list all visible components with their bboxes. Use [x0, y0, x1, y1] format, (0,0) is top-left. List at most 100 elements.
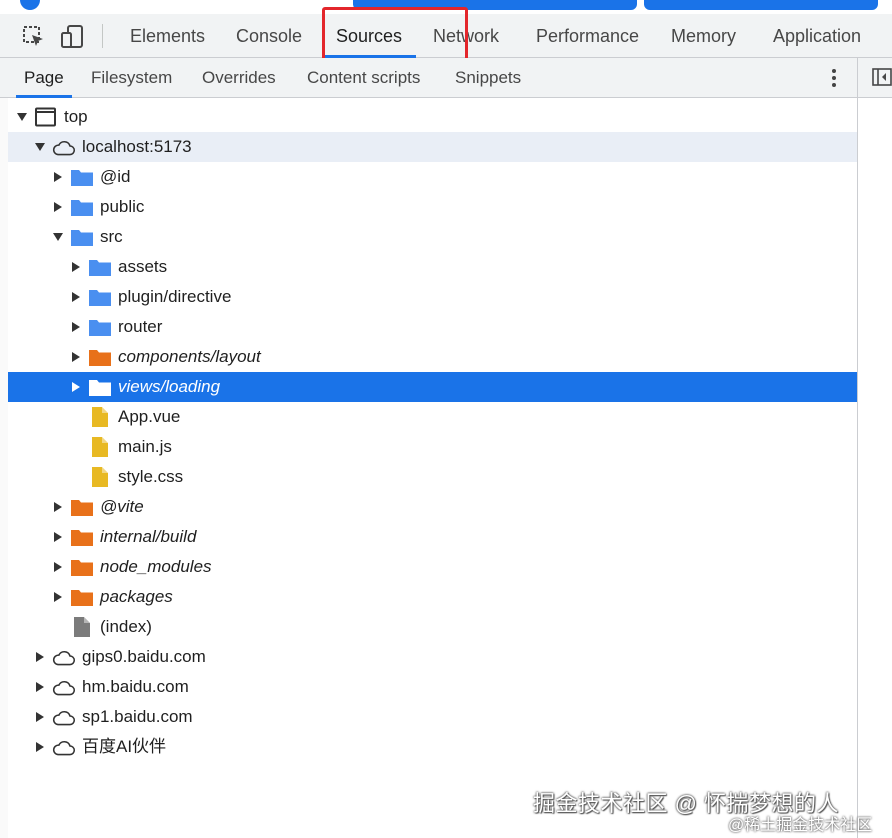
tab-label: Memory: [671, 26, 737, 46]
tree-item-label: plugin/directive: [118, 287, 232, 306]
tab-console[interactable]: Console: [236, 14, 302, 57]
tree-item-label: router: [118, 317, 163, 336]
tree-item-label: node_modules: [100, 557, 212, 576]
tab-label: Console: [236, 26, 303, 46]
tree-item-label: (index): [100, 617, 152, 636]
tree-item-label: localhost:5173: [82, 137, 192, 156]
toggle-navigator-icon[interactable]: [872, 68, 892, 86]
expand-arrow-right-icon[interactable]: [52, 522, 64, 552]
watermark-subtext: @稀土掘金技术社区: [728, 817, 873, 834]
subtab-label: Page: [24, 68, 64, 87]
subtab-snippets[interactable]: Snippets: [455, 58, 521, 97]
tree-item[interactable]: localhost:5173: [8, 132, 857, 162]
cloud-icon: [52, 137, 76, 157]
more-options-icon[interactable]: [828, 67, 840, 89]
tree-item[interactable]: assets: [8, 252, 857, 282]
subtab-filesystem[interactable]: Filesystem: [91, 58, 172, 97]
tree-item-label: sp1.baidu.com: [82, 707, 193, 726]
expand-arrow-down-icon[interactable]: [34, 132, 46, 162]
tree-item[interactable]: src: [8, 222, 857, 252]
folder-blue-icon: [70, 197, 94, 217]
file-tree: top localhost:5173 @id public src assets plugi…: [8, 102, 857, 762]
tree-item-label: hm.baidu.com: [82, 677, 189, 696]
expand-arrow-right-icon[interactable]: [52, 492, 64, 522]
tree-item[interactable]: (index): [8, 612, 857, 642]
cloud-icon: [52, 737, 76, 757]
expand-arrow-right-icon[interactable]: [70, 312, 82, 342]
tab-label: Application: [773, 26, 862, 46]
folder-white-icon: [88, 377, 112, 397]
tree-item[interactable]: App.vue: [8, 402, 857, 432]
top-button[interactable]: [353, 0, 637, 10]
subtab-label: Content scripts: [307, 68, 421, 87]
tree-item-label: @vite: [100, 497, 144, 516]
expand-arrow-right-icon[interactable]: [52, 552, 64, 582]
expand-arrow-right-icon[interactable]: [70, 252, 82, 282]
tab-network[interactable]: Network: [433, 14, 499, 57]
tab-sources[interactable]: Sources: [322, 14, 417, 58]
folder-orange-icon: [70, 497, 94, 517]
subtab-content-scripts[interactable]: Content scripts: [307, 58, 420, 97]
tree-item[interactable]: @vite: [8, 492, 857, 522]
tree-item[interactable]: components/layout: [8, 342, 857, 372]
subtab-overrides[interactable]: Overrides: [202, 58, 276, 97]
subtab-label: Filesystem: [91, 68, 173, 87]
device-toolbar-icon[interactable]: [60, 24, 86, 50]
tree-item[interactable]: internal/build: [8, 522, 857, 552]
tree-item[interactable]: sp1.baidu.com: [8, 702, 857, 732]
expand-arrow-right-icon[interactable]: [70, 342, 82, 372]
tree-item-label: gips0.baidu.com: [82, 647, 206, 666]
tree-item[interactable]: hm.baidu.com: [8, 672, 857, 702]
tree-item[interactable]: top: [8, 102, 857, 132]
cloud-icon: [52, 707, 76, 727]
expand-arrow-right-icon[interactable]: [52, 162, 64, 192]
tree-item[interactable]: main.js: [8, 432, 857, 462]
expand-arrow-right-icon[interactable]: [70, 282, 82, 312]
tree-item[interactable]: 百度AI伙伴: [8, 732, 857, 762]
browser-top-strip: [0, 0, 892, 12]
expand-arrow-down-icon[interactable]: [16, 102, 28, 132]
tab-elements[interactable]: Elements: [130, 14, 205, 57]
subtab-page[interactable]: Page: [16, 58, 72, 98]
tree-item-label: 百度AI伙伴: [82, 737, 167, 756]
editor-pane: [857, 58, 892, 838]
tree-item[interactable]: views/loading: [8, 372, 857, 402]
expand-arrow-down-icon[interactable]: [52, 222, 64, 252]
tree-item-label: public: [100, 197, 145, 216]
folder-orange-icon: [70, 587, 94, 607]
file-yellow-icon: [88, 437, 112, 457]
file-yellow-icon: [88, 467, 112, 487]
folder-orange-icon: [88, 347, 112, 367]
folder-orange-icon: [70, 527, 94, 547]
frame-icon: [34, 107, 58, 127]
tab-performance[interactable]: Performance: [536, 14, 639, 57]
tree-item-label: style.css: [118, 467, 184, 486]
tree-item-label: @id: [100, 167, 131, 186]
tree-item[interactable]: plugin/directive: [8, 282, 857, 312]
expand-arrow-right-icon[interactable]: [70, 372, 82, 402]
devtools-main-tabbar: Elements Console Sources Network Performance…: [0, 14, 892, 58]
tree-item[interactable]: @id: [8, 162, 857, 192]
tab-application[interactable]: Application: [773, 14, 861, 57]
expand-arrow-right-icon[interactable]: [34, 672, 46, 702]
sources-navigator-tabbar: Page Filesystem Overrides Content scripts Sn…: [0, 58, 892, 98]
editor-toolbar: [858, 58, 892, 98]
tab-memory[interactable]: Memory: [671, 14, 736, 57]
tree-item[interactable]: gips0.baidu.com: [8, 642, 857, 672]
tree-item[interactable]: node_modules: [8, 552, 857, 582]
expand-arrow-right-icon[interactable]: [52, 582, 64, 612]
tree-item[interactable]: public: [8, 192, 857, 222]
top-button[interactable]: [644, 0, 878, 10]
expand-arrow-right-icon[interactable]: [34, 702, 46, 732]
tab-label: Network: [433, 26, 500, 46]
inspect-element-icon[interactable]: [21, 24, 47, 50]
left-edge: [0, 98, 8, 838]
tree-item[interactable]: style.css: [8, 462, 857, 492]
expand-arrow-right-icon[interactable]: [34, 642, 46, 672]
tree-item[interactable]: router: [8, 312, 857, 342]
expand-arrow-right-icon[interactable]: [34, 732, 46, 762]
expand-arrow-right-icon[interactable]: [52, 192, 64, 222]
tree-item[interactable]: packages: [8, 582, 857, 612]
folder-blue-icon: [70, 167, 94, 187]
tree-item-label: top: [64, 107, 88, 126]
